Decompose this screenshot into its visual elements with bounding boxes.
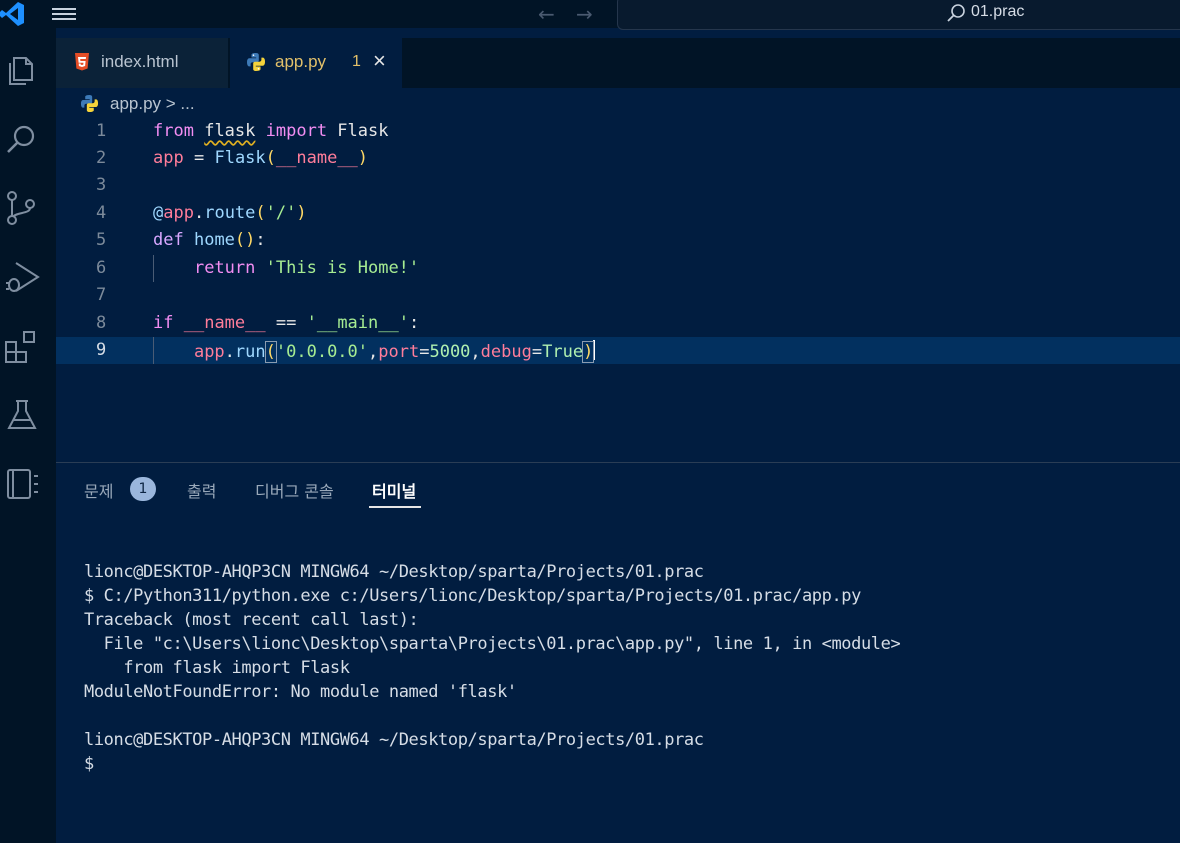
tab-label: index.html xyxy=(101,52,179,71)
terminal-prompt[interactable]: $ xyxy=(84,754,1174,778)
problems-badge: 1 xyxy=(130,477,156,501)
terminal-line: $ C:/Python311/python.exe c:/Users/lionc… xyxy=(84,586,861,606)
tab-label: app.py xyxy=(275,52,327,71)
code-line[interactable]: 8 if __name__ == '__main__': xyxy=(56,310,1180,337)
problem-count: 1 xyxy=(352,53,361,70)
line-number: 5 xyxy=(96,230,107,250)
panel-divider[interactable] xyxy=(56,462,1180,463)
code-text: @app.route('/') xyxy=(153,203,307,223)
line-number: 1 xyxy=(96,121,107,141)
terminal-line: Traceback (most recent call last): xyxy=(84,610,419,630)
line-number: 4 xyxy=(96,203,107,223)
terminal-line: lionc@DESKTOP-AHQP3CN MINGW64 ~/Desktop/… xyxy=(84,730,704,750)
terminal-line: ModuleNotFoundError: No module named 'fl… xyxy=(84,682,517,702)
code-text: from flask import Flask xyxy=(153,121,389,141)
tab-debug-console[interactable]: 디버그 콘솔 xyxy=(255,478,334,502)
line-number: 2 xyxy=(96,148,107,168)
search-text: 01.prac xyxy=(971,3,1025,20)
code-text: return 'This is Home!' xyxy=(193,258,420,278)
code-line[interactable]: 2 app = Flask(__name__) xyxy=(56,145,1180,172)
line-number: 6 xyxy=(96,258,107,278)
hamburger-menu-icon[interactable] xyxy=(50,4,78,24)
command-center-search[interactable] xyxy=(617,0,1180,30)
code-text: if __name__ == '__main__': xyxy=(153,313,420,333)
back-arrow-icon[interactable]: ← xyxy=(538,2,555,26)
extensions-icon[interactable] xyxy=(4,328,40,364)
code-text: def home(): xyxy=(153,230,266,250)
code-line[interactable]: 6 return 'This is Home!' xyxy=(56,255,1180,282)
activity-bar xyxy=(0,28,56,843)
testing-icon[interactable] xyxy=(4,397,40,433)
active-tab-indicator xyxy=(369,506,421,508)
line-number: 8 xyxy=(96,313,107,333)
forward-arrow-icon[interactable]: → xyxy=(576,2,593,26)
python-icon xyxy=(80,94,99,113)
search-icon[interactable] xyxy=(4,121,40,157)
breadcrumb-separator: > xyxy=(161,94,181,113)
notebook-icon[interactable] xyxy=(4,466,40,502)
code-line[interactable]: 5 def home(): xyxy=(56,227,1180,254)
vscode-logo-icon xyxy=(0,2,24,26)
title-bar: ← → 01.prac xyxy=(0,0,1180,30)
text-cursor xyxy=(593,340,596,360)
code-line[interactable]: 7 xyxy=(56,282,1180,309)
code-line[interactable]: 3 xyxy=(56,172,1180,199)
run-debug-icon[interactable] xyxy=(4,259,40,295)
terminal-line: from flask import Flask xyxy=(84,658,350,678)
python-icon xyxy=(247,53,265,71)
tab-index-html[interactable]: index.html xyxy=(56,38,228,88)
tab-problems[interactable]: 문제 xyxy=(84,478,113,502)
code-line[interactable]: 1 from flask import Flask xyxy=(56,118,1180,145)
source-control-icon[interactable] xyxy=(4,190,40,226)
code-line[interactable]: 4 @app.route('/') xyxy=(56,200,1180,227)
breadcrumb-file[interactable]: app.py xyxy=(110,94,161,113)
terminal-line: File "c:\Users\lionc\Desktop\sparta\Proj… xyxy=(84,634,901,654)
line-number: 9 xyxy=(96,340,107,360)
close-icon[interactable]: × xyxy=(373,48,386,74)
tab-app-py[interactable]: app.py 1 × xyxy=(230,38,402,88)
line-number: 3 xyxy=(96,175,107,195)
terminal-output[interactable]: lionc@DESKTOP-AHQP3CN MINGW64 ~/Desktop/… xyxy=(84,562,1174,778)
line-number: 7 xyxy=(96,285,107,305)
breadcrumb-text[interactable]: app.py > ... xyxy=(110,94,195,114)
code-text: app = Flask(__name__) xyxy=(153,148,369,168)
code-line-active[interactable]: 9 app.run('0.0.0.0',port=5000,debug=True… xyxy=(56,337,1180,364)
breadcrumb-symbol[interactable]: ... xyxy=(180,94,194,113)
code-editor[interactable]: 1 from flask import Flask 2 app = Flask(… xyxy=(56,118,1180,463)
tab-terminal[interactable]: 터미널 xyxy=(372,478,416,502)
explorer-icon[interactable] xyxy=(4,52,40,88)
panel-tab-bar: 문제 1 출력 디버그 콘솔 터미널 xyxy=(56,470,1180,510)
html5-icon xyxy=(75,53,89,71)
tab-output[interactable]: 출력 xyxy=(187,478,216,502)
editor-tab-bar: index.html app.py 1 × xyxy=(56,38,1180,88)
terminal-line: lionc@DESKTOP-AHQP3CN MINGW64 ~/Desktop/… xyxy=(84,562,704,582)
code-text: app.run('0.0.0.0',port=5000,debug=True) xyxy=(193,340,596,363)
search-icon xyxy=(947,4,965,22)
